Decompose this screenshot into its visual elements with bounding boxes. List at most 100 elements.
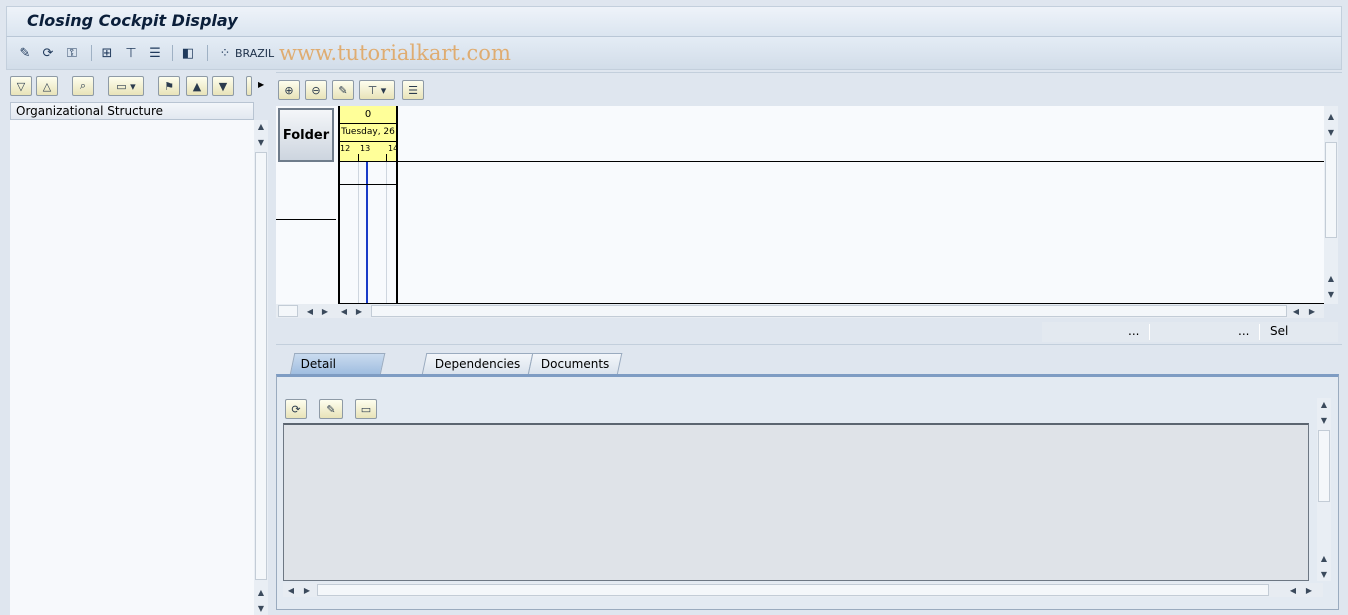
- zoom-in-button[interactable]: ⊕: [278, 80, 300, 100]
- zoom-out-icon: ⊖: [311, 83, 321, 97]
- scroll-up-icon[interactable]: ▲: [1324, 110, 1338, 122]
- row-divider: [338, 184, 398, 185]
- move-down-icon: ▼: [218, 79, 228, 93]
- zoom-in-icon: ⊕: [284, 83, 294, 97]
- scroll-left-icon[interactable]: ◀: [285, 583, 297, 597]
- detail-panel: ⟳ ✎ ▭ ▲ ▼ ▲ ▼ ◀ ▶ ◀ ▶: [276, 374, 1339, 610]
- filter-icon: ⊤ ▾: [367, 83, 387, 97]
- tree-scrollbar[interactable]: ▲ ▼ ▲ ▼: [254, 120, 268, 615]
- scroll-left-icon[interactable]: ◀: [1287, 583, 1299, 597]
- chart-horizontal-scrollbar[interactable]: ◀ ▶ ◀ ▶ ◀ ▶: [276, 304, 1324, 318]
- find-icon: ⌕: [79, 79, 87, 92]
- print-button[interactable]: ▭ ▾: [108, 76, 144, 96]
- status-field: ...: [1042, 324, 1150, 340]
- timeline-day-label: Tuesday, 26: [340, 124, 396, 142]
- scroll-right-icon[interactable]: ▶: [1303, 583, 1315, 597]
- edit-icon[interactable]: ✎: [17, 45, 33, 61]
- application-toolbar: ✎ ⟳ ⚿ ⊞ ⊤ ☰ ◧ ⁘ BRAZIL www.tutorialkart.…: [6, 36, 1342, 70]
- move-down-button[interactable]: ▼: [212, 76, 234, 96]
- scroll-left-icon[interactable]: ◀: [1290, 304, 1302, 318]
- vertical-splitter[interactable]: [268, 72, 276, 615]
- chart-vertical-scrollbar[interactable]: ▲ ▼ ▲ ▼: [1324, 106, 1338, 304]
- scroll-left-icon[interactable]: ◀: [338, 304, 350, 318]
- scroll-right-icon[interactable]: ▶: [353, 304, 365, 318]
- print-button[interactable]: ▭: [355, 399, 377, 419]
- scroll-right-icon[interactable]: ▶: [319, 304, 331, 318]
- scroll-right-icon[interactable]: ▶: [1306, 304, 1318, 318]
- print-icon: ▭: [360, 402, 372, 416]
- tab-label: Documents: [540, 357, 610, 371]
- tab-detail-information[interactable]: Detail Information: [289, 353, 386, 392]
- scroll-left-icon[interactable]: ◀: [304, 304, 316, 318]
- detail-vertical-scrollbar[interactable]: ▲ ▼ ▲ ▼: [1317, 398, 1331, 581]
- scroll-down-icon[interactable]: ▼: [254, 136, 268, 148]
- collapse-all-icon: △: [42, 79, 52, 93]
- collapse-all-button[interactable]: △: [36, 76, 58, 96]
- chart-hscroll-thumb[interactable]: [371, 305, 1287, 317]
- expand-all-button[interactable]: ▽: [10, 76, 32, 96]
- expand-all-icon: ▽: [16, 79, 26, 93]
- status-strip: ... ... Sel: [1042, 322, 1338, 342]
- chart-pane: ⊕ ⊖ ✎ ⊤ ▾ ☰ Folder 0 Tuesday, 26 12 13 1…: [276, 72, 1342, 344]
- scroll-up-icon[interactable]: ▲: [1324, 272, 1338, 284]
- move-up-icon: ▲: [192, 79, 202, 93]
- status-field-value: ...: [1128, 324, 1140, 338]
- scroll-up-icon[interactable]: ▲: [254, 586, 268, 598]
- chart-settings-icon: ✎: [338, 83, 348, 97]
- toolbar-overflow-icon[interactable]: ▶: [258, 80, 264, 89]
- refresh-button[interactable]: ⟳: [285, 399, 307, 419]
- filter-icon[interactable]: ⊤: [123, 45, 139, 61]
- hour-tick: [386, 154, 387, 161]
- row-divider: [276, 219, 336, 220]
- scroll-down-icon[interactable]: ▼: [1317, 414, 1331, 426]
- scroll-right-icon[interactable]: ▶: [301, 583, 313, 597]
- tab-label: Dependencies: [434, 357, 521, 371]
- legend-button[interactable]: ☰: [402, 80, 424, 100]
- move-up-button[interactable]: ▲: [186, 76, 208, 96]
- hour-label: 13: [360, 144, 371, 153]
- zoom-out-button[interactable]: ⊖: [305, 80, 327, 100]
- scroll-down-icon[interactable]: ▼: [1324, 126, 1338, 138]
- chart-settings-button[interactable]: ✎: [332, 80, 354, 100]
- stamp-button[interactable]: ⚑: [158, 76, 180, 96]
- left-pane: ▽ △ ⌕ ▭ ▾ ⚑ ▲ ▼ ▶ Organizational Structu…: [6, 72, 268, 615]
- detail-horizontal-scrollbar[interactable]: ◀ ▶ ◀ ▶: [283, 583, 1323, 597]
- scroll-down-icon[interactable]: ▼: [1324, 288, 1338, 300]
- folder-button[interactable]: Folder: [278, 108, 334, 162]
- layout-icon[interactable]: ◧: [180, 45, 196, 61]
- status-sel-label: Sel: [1270, 324, 1289, 338]
- tab-documents[interactable]: Documents: [527, 353, 623, 375]
- org-structure-tree[interactable]: [10, 120, 254, 615]
- context-icon[interactable]: ⁘: [217, 45, 233, 61]
- chart-toolbar: ⊕ ⊖ ✎ ⊤ ▾ ☰: [276, 78, 1338, 102]
- detail-content-area[interactable]: [283, 423, 1309, 581]
- scroll-down-icon[interactable]: ▼: [1317, 568, 1331, 580]
- folder-scroll-thumb[interactable]: [278, 305, 298, 317]
- tree-scroll-thumb[interactable]: [255, 152, 267, 580]
- page-title: Closing Cockpit Display: [27, 11, 238, 30]
- toolbar-separator: [207, 45, 208, 61]
- detail-scroll-thumb[interactable]: [1318, 430, 1330, 502]
- refresh-icon[interactable]: ⟳: [40, 45, 56, 61]
- scroll-up-icon[interactable]: ▲: [1317, 552, 1331, 564]
- context-label[interactable]: BRAZIL: [235, 47, 274, 60]
- header-divider: [398, 161, 1324, 162]
- title-bar: Closing Cockpit Display: [6, 6, 1342, 36]
- chart-scroll-thumb[interactable]: [1325, 142, 1337, 238]
- scroll-up-icon[interactable]: ▲: [1317, 398, 1331, 410]
- chart-grid[interactable]: Folder 0 Tuesday, 26 12 13 14: [276, 106, 1324, 304]
- hierarchy-icon[interactable]: ⊞: [99, 45, 115, 61]
- list-icon[interactable]: ☰: [147, 45, 163, 61]
- scroll-up-icon[interactable]: ▲: [254, 120, 268, 132]
- status-field: ...: [1152, 324, 1260, 340]
- find-button[interactable]: ⌕: [72, 76, 94, 96]
- key-icon[interactable]: ⚿: [64, 45, 80, 61]
- tab-dependencies[interactable]: Dependencies: [421, 353, 534, 375]
- scroll-down-icon[interactable]: ▼: [254, 602, 268, 614]
- horizontal-splitter[interactable]: [276, 344, 1342, 350]
- more-button[interactable]: [246, 76, 252, 96]
- detail-hscroll-thumb[interactable]: [317, 584, 1269, 596]
- edit-button[interactable]: ✎: [319, 399, 343, 419]
- filter-button[interactable]: ⊤ ▾: [359, 80, 395, 100]
- timeline-hours: 12 13 14: [340, 142, 398, 162]
